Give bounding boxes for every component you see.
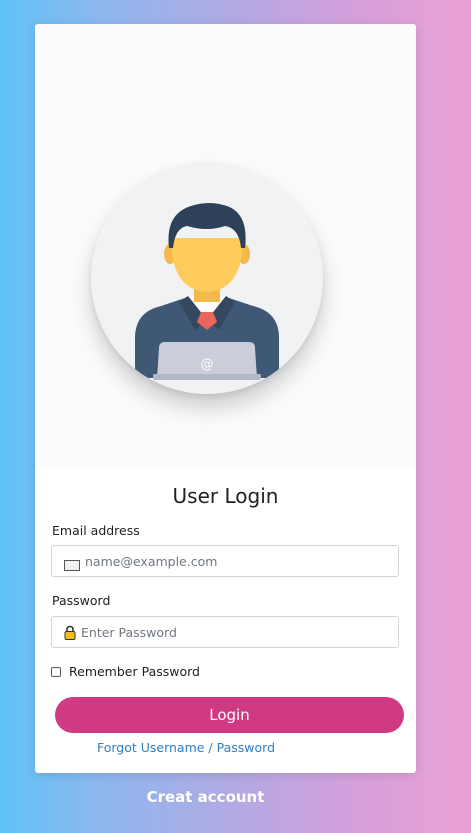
svg-text:@: @ xyxy=(201,357,214,372)
password-field[interactable] xyxy=(51,616,399,648)
password-input[interactable] xyxy=(81,624,381,640)
remember-checkbox[interactable] xyxy=(51,666,61,677)
forgot-password-link[interactable]: Forgot Username / Password xyxy=(35,740,337,755)
password-label: Password xyxy=(52,593,111,608)
remember-password: Remember Password xyxy=(51,664,200,679)
lock-icon xyxy=(64,625,76,640)
email-input[interactable] xyxy=(85,553,385,569)
login-button[interactable]: Login xyxy=(55,697,404,733)
email-label: Email address xyxy=(52,523,140,538)
envelope-icon xyxy=(64,556,80,571)
user-avatar-icon: @ xyxy=(91,162,323,394)
hero-panel: @ xyxy=(35,24,416,467)
login-card: @ User Login Email address Password Reme… xyxy=(35,24,416,773)
remember-label[interactable]: Remember Password xyxy=(69,664,200,679)
page-title: User Login xyxy=(172,484,279,508)
email-field[interactable] xyxy=(51,545,399,577)
create-account-link[interactable]: Creat account xyxy=(0,788,411,806)
